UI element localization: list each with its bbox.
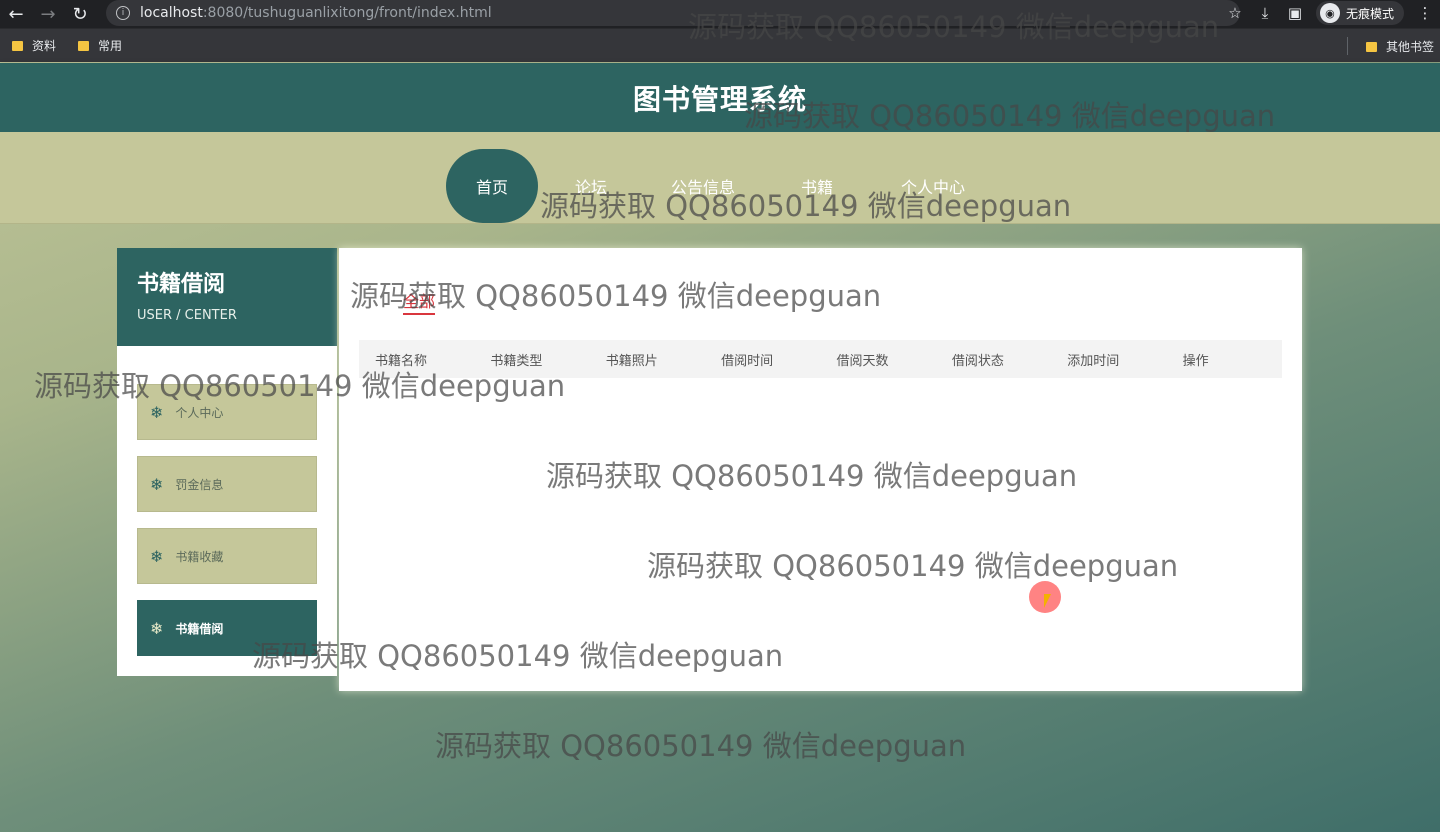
snowflake-icon: ❄	[150, 402, 164, 422]
sidebar-item-fines[interactable]: ❄ 罚金信息	[137, 456, 317, 512]
other-bookmarks-label: 其他书签	[1385, 40, 1434, 54]
column-header: 操作	[1182, 353, 1209, 369]
user-sidebar: 书籍借阅 USER / CENTER ❄ 个人中心 ❄ 罚金信息 ❄ 书籍收藏 …	[117, 248, 337, 676]
sidebar-item-favorites[interactable]: ❄ 书籍收藏	[137, 528, 317, 584]
sidepanel-icon[interactable]: ▣	[1280, 4, 1310, 22]
column-header: 借阅天数	[836, 353, 889, 369]
sidebar-item-label: 罚金信息	[175, 477, 224, 492]
watermark: 源码获取 QQ86050149 微信deepguan	[435, 729, 967, 763]
bookmark-divider	[1347, 37, 1348, 55]
watermark: 源码获取 QQ86050149 微信deepguan	[647, 549, 1179, 583]
watermark: 源码获取 QQ86050149 微信deepguan	[688, 10, 1220, 44]
snowflake-icon: ❄	[150, 546, 164, 566]
nav-item-home[interactable]: 首页	[446, 149, 538, 223]
reload-icon[interactable]: ↻	[64, 2, 96, 26]
star-icon[interactable]: ☆	[1220, 4, 1250, 22]
browser-actions: ☆ ⤓ ▣ ◉ 无痕模式 ⋮	[1220, 0, 1440, 26]
url-host: localhost	[140, 5, 203, 21]
snowflake-icon: ❄	[150, 618, 164, 638]
bookmark-folder[interactable]: 常用	[78, 37, 122, 54]
watermark: 源码获取 QQ86050149 微信deepguan	[546, 459, 1078, 493]
folder-icon	[78, 40, 90, 51]
sidebar-title: 书籍借阅	[137, 272, 226, 297]
bookmark-label: 资料	[32, 39, 57, 53]
watermark: 源码获取 QQ86050149 微信deepguan	[744, 99, 1276, 133]
sidebar-subtitle: USER / CENTER	[137, 308, 237, 323]
sidebar-item-label: 个人中心	[175, 405, 224, 420]
bookmark-folder[interactable]: 资料	[12, 37, 56, 54]
sidebar-header: 书籍借阅 USER / CENTER	[117, 248, 337, 346]
info-icon[interactable]: i	[116, 6, 130, 20]
menu-kebab-icon[interactable]: ⋮	[1410, 4, 1440, 22]
incognito-badge[interactable]: ◉ 无痕模式	[1315, 1, 1404, 25]
download-icon[interactable]: ⤓	[1250, 4, 1280, 22]
watermark: 源码获取 QQ86050149 微信deepguan	[350, 279, 882, 313]
incognito-icon: ◉	[1319, 3, 1340, 23]
folder-icon	[12, 40, 23, 51]
watermark: 源码获取 QQ86050149 微信deepguan	[540, 189, 1072, 223]
column-header: 借阅状态	[951, 353, 1004, 369]
watermark: 源码获取 QQ86050149 微信deepguan	[34, 369, 566, 403]
folder-icon	[1365, 41, 1377, 52]
other-bookmarks[interactable]: 其他书签	[1365, 38, 1434, 55]
mouse-cursor-icon	[1044, 594, 1051, 608]
snowflake-icon: ❄	[150, 474, 164, 494]
column-header: 添加时间	[1067, 353, 1120, 369]
url-path: :8080/tushuguanlixitong/front/index.html	[202, 5, 492, 21]
watermark: 源码获取 QQ86050149 微信deepguan	[252, 639, 784, 673]
forward-arrow-icon[interactable]: →	[32, 2, 64, 26]
sidebar-item-label: 书籍收藏	[175, 549, 224, 564]
sidebar-item-label: 书籍借阅	[175, 621, 224, 636]
bookmark-label: 常用	[98, 39, 123, 53]
column-header: 书籍照片	[605, 353, 658, 369]
back-arrow-icon[interactable]: ←	[0, 2, 32, 26]
incognito-label: 无痕模式	[1345, 6, 1394, 21]
column-header: 借阅时间	[721, 353, 774, 369]
